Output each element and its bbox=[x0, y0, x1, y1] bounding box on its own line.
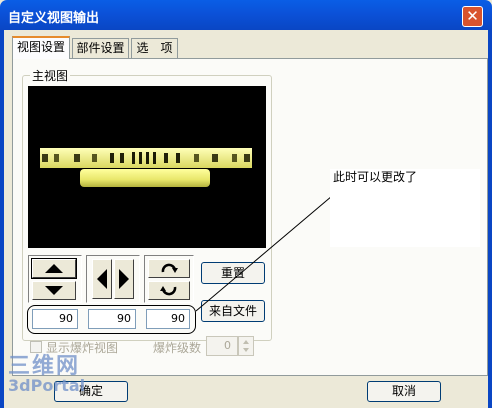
watermark-line1: 三维网 bbox=[8, 354, 81, 379]
dialog-window: 自定义视图输出 ✕ 部件设置 选 项 视图设置 主视图 重置 来自文件 90 9… bbox=[0, 0, 492, 408]
watermark-logo: 三维网 3dPortal bbox=[8, 356, 85, 394]
watermark-line2: 3dPortal bbox=[8, 376, 86, 395]
annotation-text: 此时可以更改了 bbox=[333, 170, 418, 184]
